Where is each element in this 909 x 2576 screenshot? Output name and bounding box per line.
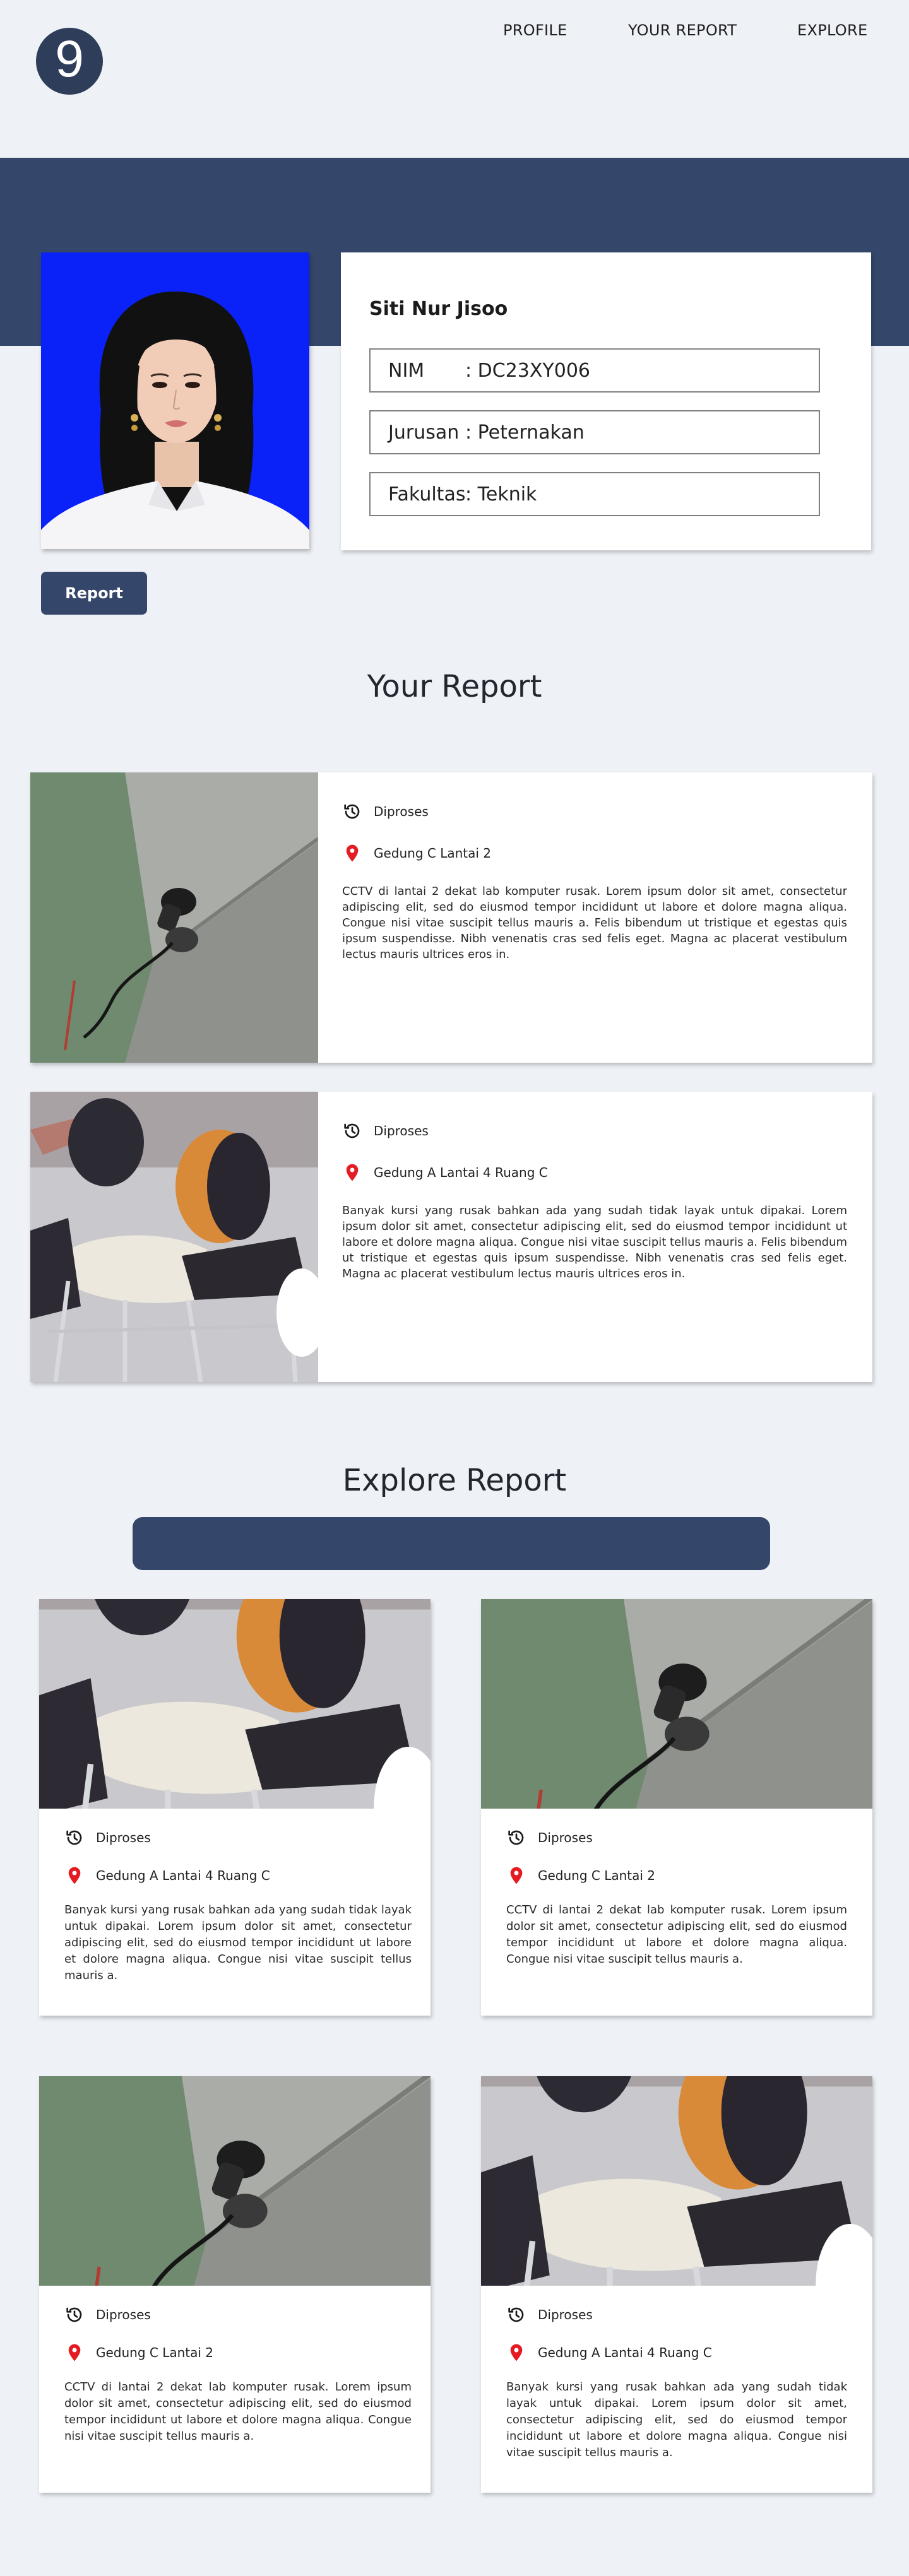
status-row: Diproses xyxy=(342,800,847,823)
history-icon xyxy=(342,801,362,822)
map-pin-icon xyxy=(506,1865,526,1886)
location-row: Gedung A Lantai 4 Ruang C xyxy=(342,1161,847,1184)
location-row: Gedung A Lantai 4 Ruang C xyxy=(64,1864,438,1887)
history-icon xyxy=(506,2305,526,2325)
fakultas-label: Fakultas xyxy=(388,483,466,505)
history-icon xyxy=(64,1828,85,1848)
location-text: Gedung C Lantai 2 xyxy=(374,846,492,861)
fakultas-field: Fakultas : Teknik xyxy=(369,472,820,516)
nim-value: : DC23XY006 xyxy=(465,359,591,382)
report-description: CCTV di lantai 2 dekat lab komputer rusa… xyxy=(506,1903,847,1966)
explore-report-title: Explore Report xyxy=(342,1463,567,1498)
location-row: Gedung A Lantai 4 Ruang C xyxy=(506,2341,880,2364)
location-text: Gedung C Lantai 2 xyxy=(96,2345,214,2360)
location-text: Gedung A Lantai 4 Ruang C xyxy=(96,1868,270,1883)
report-photo-chairs xyxy=(30,1092,318,1382)
profile-name: Siti Nur Jisoo xyxy=(369,298,508,320)
jurusan-value: : Peternakan xyxy=(465,421,585,444)
report-photo-cctv xyxy=(481,1599,872,1809)
nim-field: NIM : DC23XY006 xyxy=(369,348,820,393)
report-description: Banyak kursi yang rusak bahkan ada yang … xyxy=(506,2380,847,2459)
explore-card[interactable]: Diproses Gedung C Lantai 2 CCTV di lanta… xyxy=(39,2076,431,2493)
status-row: Diproses xyxy=(342,1120,847,1142)
report-description: CCTV di lantai 2 dekat lab komputer rusa… xyxy=(64,2380,412,2443)
nav-link-explore[interactable]: EXPLORE xyxy=(797,21,867,39)
map-pin-icon xyxy=(64,2343,85,2363)
history-icon xyxy=(506,1828,526,1848)
profile-photo xyxy=(41,252,309,549)
your-report-title: Your Report xyxy=(367,669,542,704)
report-photo-chairs xyxy=(39,1599,431,1809)
jurusan-label: Jurusan xyxy=(388,421,460,444)
logo-glyph: 9 xyxy=(55,30,84,88)
status-row: Diproses xyxy=(506,1826,880,1849)
status-text: Diproses xyxy=(96,2307,151,2322)
report-button[interactable]: Report xyxy=(41,572,147,615)
history-icon xyxy=(64,2305,85,2325)
status-text: Diproses xyxy=(374,1123,429,1138)
explore-card[interactable]: Diproses Gedung C Lantai 2 CCTV di lanta… xyxy=(481,1599,872,2016)
location-text: Gedung C Lantai 2 xyxy=(538,1868,656,1883)
history-icon xyxy=(342,1121,362,1141)
location-row: Gedung C Lantai 2 xyxy=(64,2341,438,2364)
fakultas-value: : Teknik xyxy=(465,483,537,505)
location-text: Gedung A Lantai 4 Ruang C xyxy=(374,1165,548,1180)
report-photo-chairs xyxy=(481,2076,872,2286)
jurusan-field: Jurusan : Peternakan xyxy=(369,410,820,454)
report-photo-cctv xyxy=(39,2076,431,2286)
status-row: Diproses xyxy=(64,2303,438,2326)
your-report-card[interactable]: Diproses Gedung A Lantai 4 Ruang C Banya… xyxy=(30,1092,872,1382)
report-description: CCTV di lantai 2 dekat lab komputer rusa… xyxy=(342,885,847,961)
location-row: Gedung C Lantai 2 xyxy=(506,1864,880,1887)
location-text: Gedung A Lantai 4 Ruang C xyxy=(538,2345,712,2360)
brand-logo[interactable]: 9 xyxy=(36,28,103,95)
nim-label: NIM xyxy=(388,359,425,382)
status-text: Diproses xyxy=(538,2307,593,2322)
status-text: Diproses xyxy=(96,1830,151,1845)
report-description: Banyak kursi yang rusak bahkan ada yang … xyxy=(342,1204,847,1280)
report-description: Banyak kursi yang rusak bahkan ada yang … xyxy=(64,1903,412,1982)
explore-search-bar[interactable] xyxy=(133,1517,770,1570)
map-pin-icon xyxy=(342,1162,362,1183)
explore-card[interactable]: Diproses Gedung A Lantai 4 Ruang C Banya… xyxy=(39,1599,431,2016)
explore-card[interactable]: Diproses Gedung A Lantai 4 Ruang C Banya… xyxy=(481,2076,872,2493)
top-navigation: 9 PROFILE YOUR REPORT EXPLORE xyxy=(0,0,909,158)
profile-card: Siti Nur Jisoo NIM : DC23XY006 Jurusan :… xyxy=(341,252,871,550)
nav-link-your-report[interactable]: YOUR REPORT xyxy=(628,21,737,39)
your-report-card[interactable]: Diproses Gedung C Lantai 2 CCTV di lanta… xyxy=(30,772,872,1063)
map-pin-icon xyxy=(342,843,362,863)
nav-link-profile[interactable]: PROFILE xyxy=(503,21,567,39)
map-pin-icon xyxy=(506,2343,526,2363)
status-row: Diproses xyxy=(64,1826,438,1849)
map-pin-icon xyxy=(64,1865,85,1886)
status-row: Diproses xyxy=(506,2303,880,2326)
report-photo-cctv xyxy=(30,772,318,1063)
status-text: Diproses xyxy=(538,1830,593,1845)
location-row: Gedung C Lantai 2 xyxy=(342,842,847,865)
status-text: Diproses xyxy=(374,804,429,819)
